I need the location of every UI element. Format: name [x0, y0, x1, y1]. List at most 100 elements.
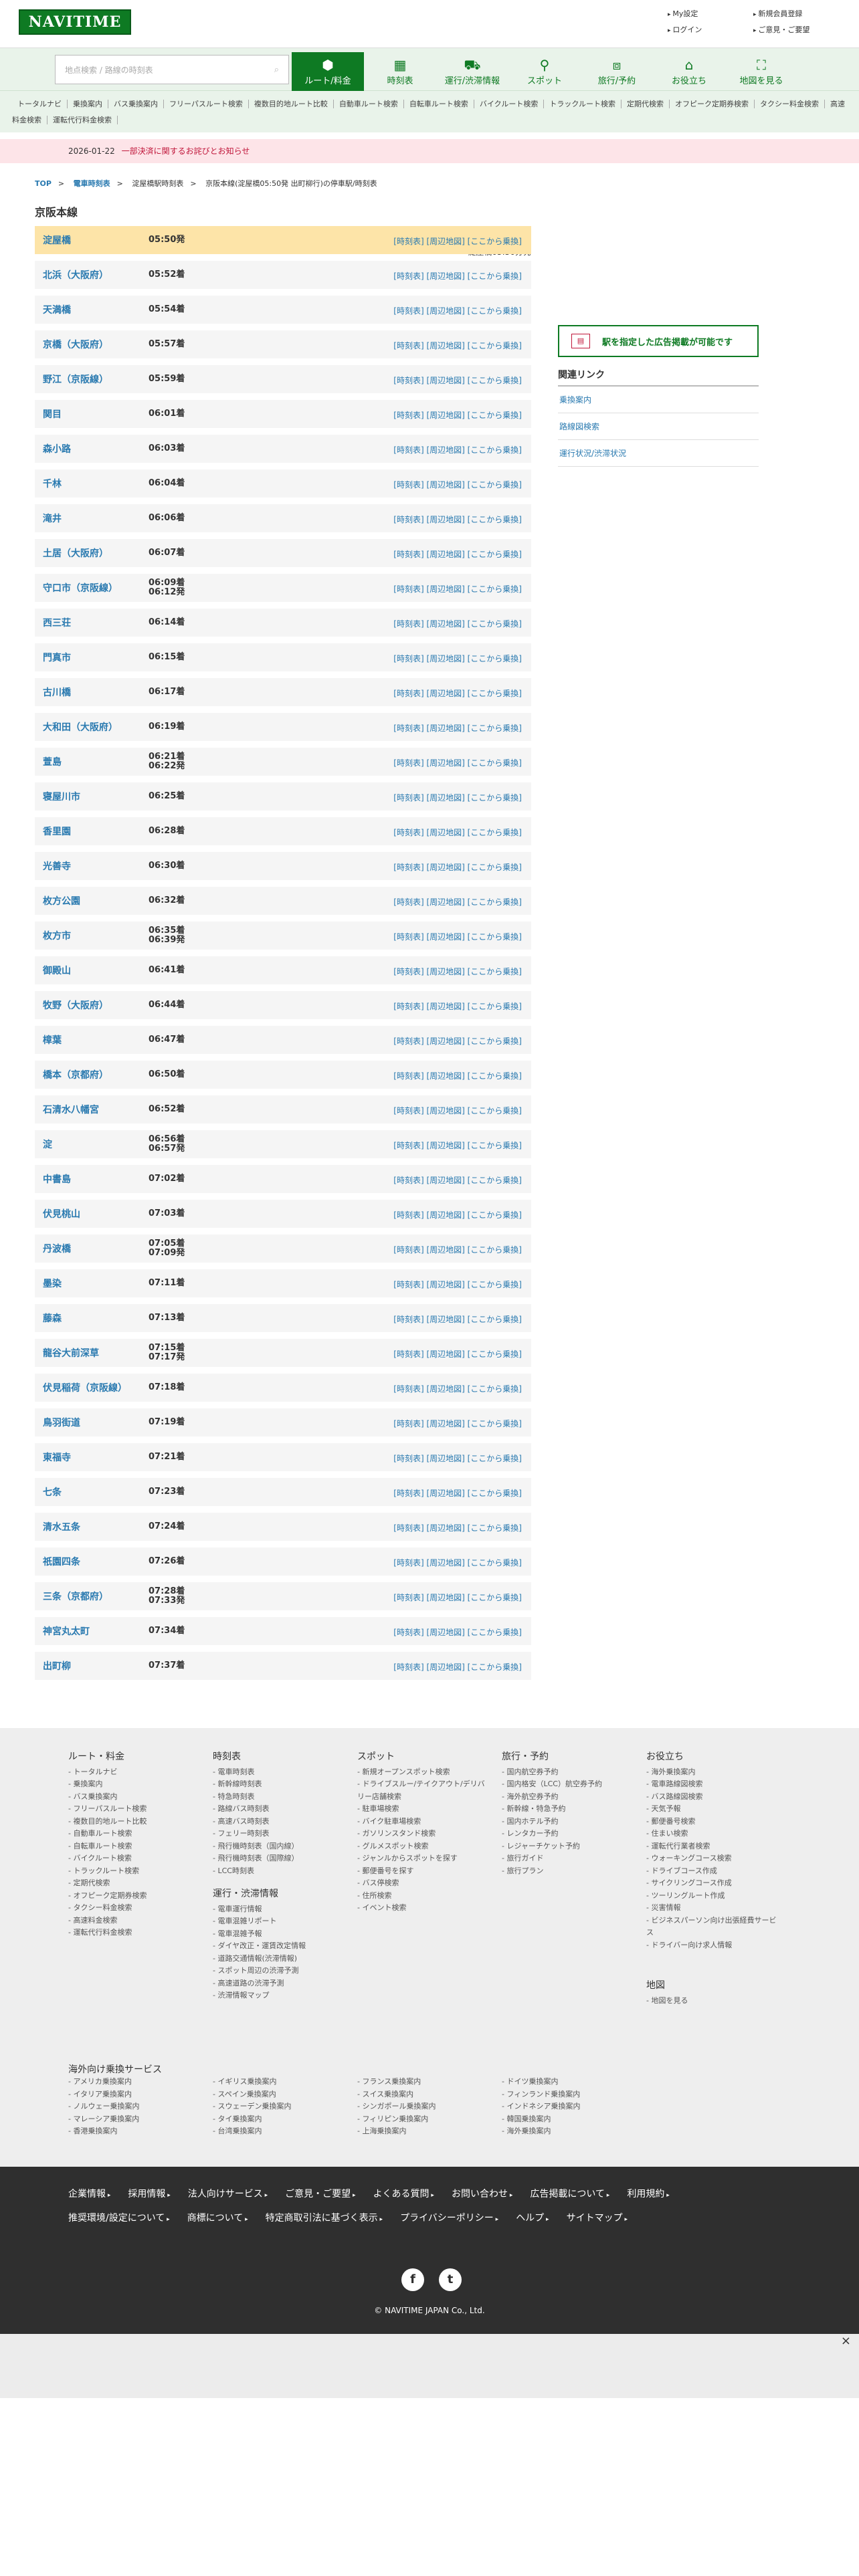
footer-link[interactable]: トータルナビ	[68, 1766, 202, 1779]
station-name[interactable]: 門真市	[43, 651, 149, 664]
station-name[interactable]: 京橋（大阪府）	[43, 338, 149, 351]
station-links[interactable]: [時刻表] [周辺地図] [ここから乗換]	[393, 827, 522, 838]
station-links[interactable]: [時刻表] [周辺地図] [ここから乗換]	[393, 1557, 522, 1568]
footer-bottom-link[interactable]: お問い合わせ	[452, 2183, 512, 2207]
nav-tab-3[interactable]: ⚲ スポット	[508, 52, 581, 91]
footer-link[interactable]: バス乗換案内	[68, 1791, 202, 1804]
footer-link[interactable]: 運転代行業者検索	[646, 1840, 780, 1853]
subnav-item[interactable]: 定期代検索	[622, 100, 670, 108]
station-links[interactable]: [時刻表] [周辺地図] [ここから乗換]	[393, 1626, 522, 1638]
overseas-link[interactable]: ノルウェー乗換案内	[68, 2101, 213, 2113]
station-links[interactable]: [時刻表] [周辺地図] [ここから乗換]	[393, 548, 522, 560]
overseas-link[interactable]: スイス乗換案内	[357, 2088, 502, 2101]
overseas-link[interactable]: イタリア乗換案内	[68, 2088, 213, 2101]
footer-link[interactable]: ドライブスルー/テイクアウト/デリバリー店舗検索	[357, 1778, 491, 1803]
subnav-item[interactable]: 乗換案内	[68, 100, 108, 108]
subnav-item[interactable]: トラックルート検索	[544, 100, 622, 108]
footer-link[interactable]: ダイヤ改正・運賃改定情報	[213, 1940, 347, 1953]
station-name[interactable]: 御殿山	[43, 964, 149, 977]
station-name[interactable]: 野江（京阪線）	[43, 372, 149, 386]
footer-link[interactable]: 複数目的地ルート比較	[68, 1816, 202, 1828]
footer-link[interactable]: トラックルート検索	[68, 1865, 202, 1878]
station-name[interactable]: 淀屋橋	[43, 233, 149, 247]
footer-link[interactable]: レジャーチケット予約	[502, 1840, 636, 1853]
station-name[interactable]: 龍谷大前深草	[43, 1346, 149, 1360]
breadcrumb-station[interactable]: 淀屋橋駅時刻表	[132, 179, 183, 188]
footer-link[interactable]: 渋滞情報マップ	[213, 1990, 347, 2002]
register-link[interactable]: 新規会員登録	[753, 8, 839, 19]
station-name[interactable]: 橋本（京都府）	[43, 1068, 149, 1081]
footer-link[interactable]: ガソリンスタンド検索	[357, 1828, 491, 1840]
footer-link[interactable]: ビジネスパーソン向け出張経費サービス	[646, 1915, 780, 1939]
footer-link[interactable]: 電車運行情報	[213, 1903, 347, 1916]
station-links[interactable]: [時刻表] [周辺地図] [ここから乗換]	[393, 374, 522, 386]
subnav-item[interactable]: 運転代行料金検索	[47, 116, 118, 124]
station-links[interactable]: [時刻表] [周辺地図] [ここから乗換]	[393, 896, 522, 907]
footer-link[interactable]: フリーパスルート検索	[68, 1803, 202, 1816]
station-links[interactable]: [時刻表] [周辺地図] [ここから乗換]	[393, 1661, 522, 1673]
footer-link[interactable]: 国内格安（LCC）航空券予約	[502, 1778, 636, 1791]
footer-link[interactable]: バイク駐車場検索	[357, 1816, 491, 1828]
station-links[interactable]: [時刻表] [周辺地図] [ここから乗換]	[393, 583, 522, 595]
footer-bottom-link[interactable]: ヘルプ	[516, 2207, 549, 2231]
footer-link[interactable]: 飛行機時刻表（国際線）	[213, 1852, 347, 1865]
footer-link[interactable]: 地図を見る	[646, 1995, 780, 2008]
station-name[interactable]: 墨染	[43, 1277, 149, 1290]
station-links[interactable]: [時刻表] [周辺地図] [ここから乗換]	[393, 1313, 522, 1325]
station-links[interactable]: [時刻表] [周辺地図] [ここから乗換]	[393, 1105, 522, 1116]
station-links[interactable]: [時刻表] [周辺地図] [ここから乗換]	[393, 1348, 522, 1360]
overseas-link[interactable]: 海外乗換案内	[502, 2125, 646, 2138]
related-link-status[interactable]: 運行状況/渋滞状況	[558, 440, 759, 467]
footer-link[interactable]: 駐車場検索	[357, 1803, 491, 1816]
footer-link[interactable]: 高速料金検索	[68, 1915, 202, 1927]
footer-link[interactable]: 電車混雑予報	[213, 1928, 347, 1941]
station-name[interactable]: 寝屋川市	[43, 790, 149, 803]
station-name[interactable]: 光善寺	[43, 859, 149, 873]
footer-link[interactable]: ドライブコース作成	[646, 1865, 780, 1878]
subnav-item[interactable]: バス乗換案内	[108, 100, 164, 108]
footer-link[interactable]: 新幹線・特急予約	[502, 1803, 636, 1816]
feedback-link[interactable]: ご意見・ご要望	[753, 24, 839, 35]
footer-link[interactable]: LCC時刻表	[213, 1865, 347, 1878]
footer-link[interactable]: ウォーキングコース検索	[646, 1852, 780, 1865]
station-links[interactable]: [時刻表] [周辺地図] [ここから乗換]	[393, 1279, 522, 1290]
overseas-link[interactable]: フランス乗換案内	[357, 2076, 502, 2088]
station-name[interactable]: 大和田（大阪府）	[43, 720, 149, 734]
footer-bottom-link[interactable]: 企業情報	[68, 2183, 110, 2207]
nav-tab-0[interactable]: ⬢ ルート/料金	[292, 52, 364, 91]
station-links[interactable]: [時刻表] [周辺地図] [ここから乗換]	[393, 1244, 522, 1255]
station-links[interactable]: [時刻表] [周辺地図] [ここから乗換]	[393, 305, 522, 316]
station-links[interactable]: [時刻表] [周辺地図] [ここから乗換]	[393, 1522, 522, 1533]
footer-link[interactable]: バス停検索	[357, 1877, 491, 1890]
station-links[interactable]: [時刻表] [周辺地図] [ここから乗換]	[393, 340, 522, 351]
subnav-item[interactable]: オフピーク定期券検索	[670, 100, 755, 108]
overseas-link[interactable]: アメリカ乗換案内	[68, 2076, 213, 2088]
station-links[interactable]: [時刻表] [周辺地図] [ここから乗換]	[393, 514, 522, 525]
station-name[interactable]: 石清水八幡宮	[43, 1103, 149, 1116]
search-icon[interactable]: ⌕	[274, 65, 279, 75]
subnav-item[interactable]: 複数目的地ルート比較	[248, 100, 334, 108]
station-name[interactable]: 滝井	[43, 512, 149, 525]
ad-button[interactable]: ▤ 駅を指定した広告掲載が可能です	[558, 325, 759, 357]
footer-link[interactable]: 旅行ガイド	[502, 1852, 636, 1865]
footer-bottom-link[interactable]: 広告掲載について	[530, 2183, 609, 2207]
station-links[interactable]: [時刻表] [周辺地図] [ここから乗換]	[393, 1209, 522, 1220]
station-name[interactable]: 清水五条	[43, 1520, 149, 1533]
footer-bottom-link[interactable]: よくある質問	[373, 2183, 434, 2207]
footer-link[interactable]: 自動車ルート検索	[68, 1828, 202, 1840]
station-name[interactable]: 出町柳	[43, 1659, 149, 1673]
footer-bottom-link[interactable]: 特定商取引法に基づく表示	[266, 2207, 383, 2231]
footer-link[interactable]: 新幹線時刻表	[213, 1778, 347, 1791]
station-name[interactable]: 守口市（京阪線）	[43, 581, 149, 595]
footer-link[interactable]: 高速道路の渋滞予測	[213, 1977, 347, 1990]
station-name[interactable]: 枚方公園	[43, 894, 149, 907]
footer-link[interactable]: 住所検索	[357, 1890, 491, 1903]
subnav-item[interactable]: 自動車ルート検索	[333, 100, 404, 108]
overseas-link[interactable]: フィンランド乗換案内	[502, 2088, 646, 2101]
station-name[interactable]: 伏見稲荷（京阪線）	[43, 1381, 149, 1394]
station-links[interactable]: [時刻表] [周辺地図] [ここから乗換]	[393, 1070, 522, 1081]
navitime-logo[interactable]: NAVITIME	[19, 9, 131, 35]
station-name[interactable]: 神宮丸太町	[43, 1624, 149, 1638]
station-name[interactable]: 北浜（大阪府）	[43, 268, 149, 282]
overseas-link[interactable]: スペイン乗換案内	[213, 2088, 357, 2101]
